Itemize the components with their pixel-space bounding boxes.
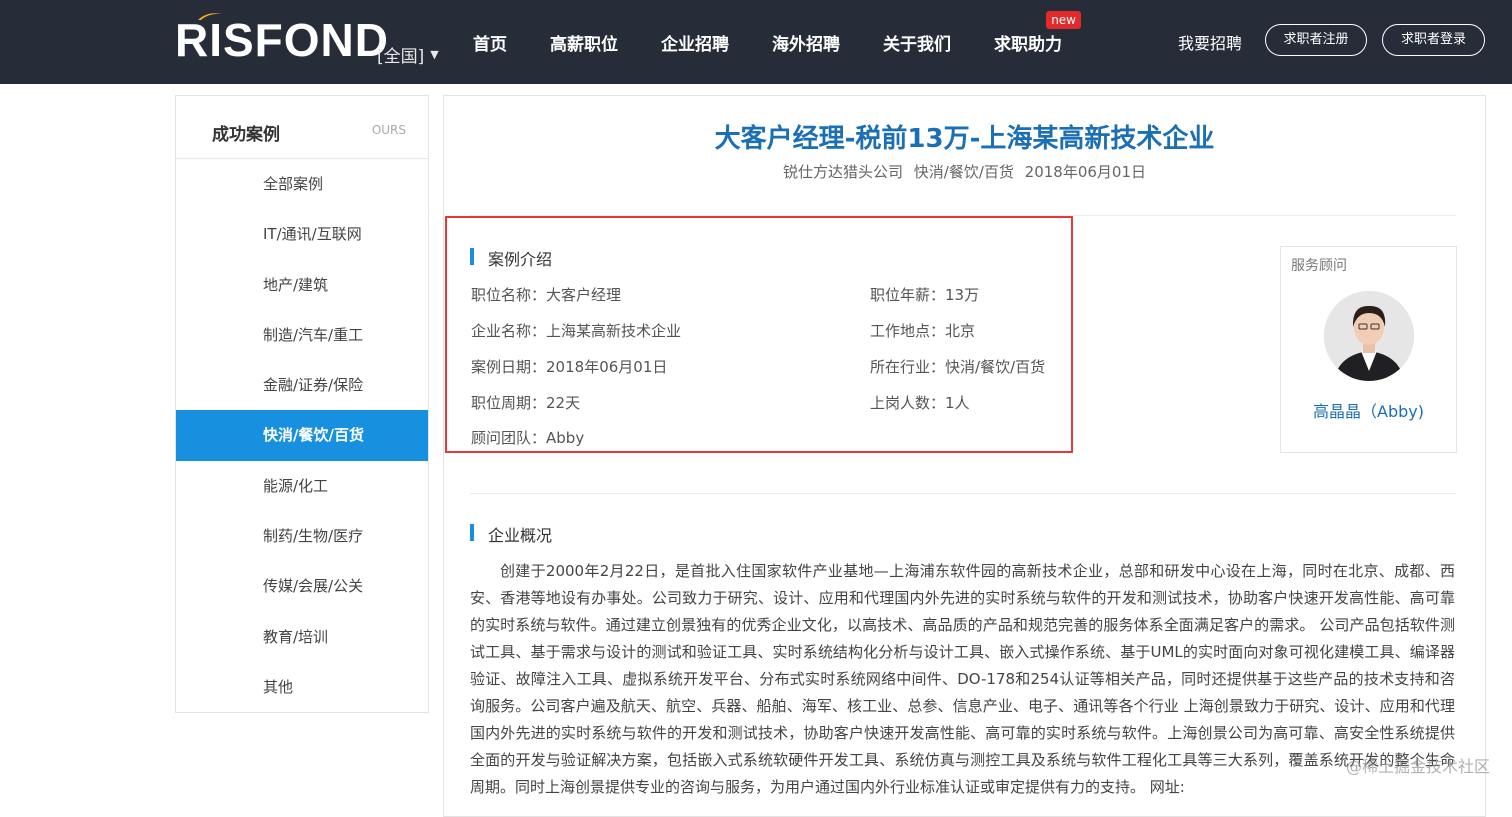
case-intro-heading: 案例介绍 xyxy=(470,246,552,270)
watermark: @稀土掘金技术社区 xyxy=(1345,757,1490,776)
info-value: 2018年06月01日 xyxy=(546,358,668,376)
info-label: 职位名称： xyxy=(471,286,547,304)
sidebar-item-realestate[interactable]: 地产/建筑 xyxy=(176,260,428,310)
info-value: 上海某高新技术企业 xyxy=(546,322,682,340)
avatar[interactable] xyxy=(1324,291,1414,381)
info-date: 案例日期：2018年06月01日 xyxy=(471,356,667,377)
info-hires: 上岗人数：1人 xyxy=(870,392,970,413)
nav-overseas-recruit[interactable]: 海外招聘 xyxy=(772,30,840,55)
nav-company-recruit[interactable]: 企业招聘 xyxy=(661,30,729,55)
info-label: 所在行业： xyxy=(870,358,946,376)
info-label: 职位周期： xyxy=(471,394,547,412)
risfond-logo[interactable]: RISFOND xyxy=(175,13,389,66)
info-industry: 所在行业：快消/餐饮/百货 xyxy=(870,356,1045,377)
region-label: [全国] xyxy=(377,47,425,67)
nav-job-assist-label: 求职助力 xyxy=(994,35,1062,55)
info-label: 上岗人数： xyxy=(870,394,946,412)
chevron-down-icon: ▼ xyxy=(430,48,439,61)
sidebar-item-media[interactable]: 传媒/会展/公关 xyxy=(176,561,428,611)
info-value: Abby xyxy=(546,429,585,447)
advisor-photo-icon xyxy=(1324,291,1414,381)
new-badge: new xyxy=(1046,11,1081,29)
company-overview-text: 创建于2000年2月22日，是首批入住国家软件产业基地—上海浦东软件园的高新技术… xyxy=(470,562,1455,796)
info-label: 职位年薪： xyxy=(870,286,946,304)
info-salary: 职位年薪：13万 xyxy=(870,284,979,305)
info-team: 顾问团队：Abby xyxy=(471,427,584,448)
nav-job-assist[interactable]: 求职助力 new xyxy=(994,11,1081,55)
sidebar-item-pharma[interactable]: 制药/生物/医疗 xyxy=(176,511,428,561)
sidebar-title: 成功案例 xyxy=(212,125,280,145)
info-value: 1人 xyxy=(945,394,970,412)
top-navbar: RISFOND [全国] ▼ 首页 高薪职位 企业招聘 海外招聘 关于我们 求职… xyxy=(0,0,1512,84)
category-list: 全部案例 IT/通讯/互联网 地产/建筑 制造/汽车/重工 金融/证券/保险 快… xyxy=(176,159,428,712)
divider xyxy=(470,493,1456,494)
advisor-card: 服务顾问 高晶晶（Abby) xyxy=(1280,246,1457,453)
login-button[interactable]: 求职者登录 xyxy=(1382,24,1485,56)
case-title: 大客户经理-税前13万-上海某高新技术企业 xyxy=(714,124,1215,154)
sidebar-item-manufacturing[interactable]: 制造/汽车/重工 xyxy=(176,310,428,360)
case-meta: 锐仕方达猎头公司 快消/餐饮/百货 2018年06月01日 xyxy=(783,163,1146,181)
sidebar-header: 成功案例 OURS xyxy=(176,96,428,159)
sidebar-item-it[interactable]: IT/通讯/互联网 xyxy=(176,209,428,259)
info-cycle: 职位周期：22天 xyxy=(471,392,580,413)
company-overview-heading: 企业概况 xyxy=(470,522,552,546)
advisor-name-link[interactable]: 高晶晶（Abby) xyxy=(1281,398,1456,422)
info-position: 职位名称：大客户经理 xyxy=(471,284,621,305)
info-value: 13万 xyxy=(945,286,980,304)
employer-recruit-link[interactable]: 我要招聘 xyxy=(1178,30,1242,54)
case-category-sidebar: 成功案例 OURS 全部案例 IT/通讯/互联网 地产/建筑 制造/汽车/重工 … xyxy=(175,95,429,713)
region-selector[interactable]: [全国] ▼ xyxy=(377,42,439,67)
sidebar-item-fmcg[interactable]: 快消/餐饮/百货 xyxy=(176,410,428,461)
case-detail-panel: 大客户经理-税前13万-上海某高新技术企业 锐仕方达猎头公司 快消/餐饮/百货 … xyxy=(443,95,1486,817)
logo-text: RISFOND xyxy=(175,14,389,66)
sidebar-item-education[interactable]: 教育/培训 xyxy=(176,612,428,662)
info-label: 顾问团队： xyxy=(471,429,547,447)
sidebar-item-all[interactable]: 全部案例 xyxy=(176,159,428,209)
nav-home[interactable]: 首页 xyxy=(473,30,507,55)
sidebar-subtitle: OURS xyxy=(371,123,406,137)
info-label: 工作地点： xyxy=(870,322,946,340)
info-value: 快消/餐饮/百货 xyxy=(945,358,1046,376)
info-value: 22天 xyxy=(546,394,581,412)
sidebar-item-energy[interactable]: 能源/化工 xyxy=(176,461,428,511)
nav-about-us[interactable]: 关于我们 xyxy=(883,30,951,55)
info-value: 北京 xyxy=(945,322,976,340)
register-button[interactable]: 求职者注册 xyxy=(1265,24,1367,56)
info-location: 工作地点：北京 xyxy=(870,320,975,341)
info-value: 大客户经理 xyxy=(546,286,622,304)
info-label: 案例日期： xyxy=(471,358,547,376)
nav-high-salary-jobs[interactable]: 高薪职位 xyxy=(550,30,618,55)
info-company: 企业名称：上海某高新技术企业 xyxy=(471,320,681,341)
main-nav: 首页 高薪职位 企业招聘 海外招聘 关于我们 求职助力 new xyxy=(473,11,1105,55)
sidebar-item-other[interactable]: 其他 xyxy=(176,662,428,712)
info-label: 企业名称： xyxy=(471,322,547,340)
advisor-label: 服务顾问 xyxy=(1291,258,1347,274)
sidebar-item-finance[interactable]: 金融/证券/保险 xyxy=(176,360,428,410)
